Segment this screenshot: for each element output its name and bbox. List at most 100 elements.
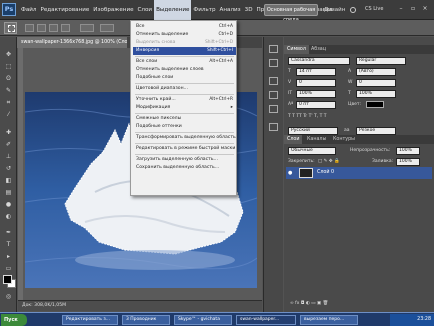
add-selection-icon[interactable] — [37, 24, 46, 32]
color-panel-icon[interactable] — [269, 77, 278, 85]
language-select[interactable]: Русский — [288, 127, 338, 135]
tab-channels[interactable]: Каналы — [304, 135, 329, 144]
menu-item-quick-mask[interactable]: Редактировать в режиме быстрой маски — [133, 145, 236, 153]
menu-item-all[interactable]: Все Ctrl+A — [133, 23, 236, 31]
taskbar-item[interactable]: Редактировать з... — [62, 315, 118, 325]
menu-file[interactable]: Файл — [19, 0, 38, 20]
quick-select-tool-icon[interactable]: ✎ — [4, 87, 13, 95]
menu-item-transform-selection[interactable]: Трансформировать выделенную область — [133, 134, 236, 142]
start-button[interactable]: Пуск — [1, 314, 27, 326]
kerning-field[interactable]: 0 — [296, 79, 336, 87]
eraser-tool-icon[interactable]: ◧ — [4, 177, 13, 185]
layer-row-selected[interactable]: ● Слой 0 — [286, 167, 432, 179]
layers-bottom-icons[interactable]: ∞ fx ◘ ◐ ▭ ▣ 🗑 — [290, 300, 328, 307]
brush-tool-icon[interactable]: ✐ — [4, 141, 13, 149]
lasso-tool-icon[interactable]: ʘ — [4, 75, 13, 83]
type-tool-icon[interactable]: T — [4, 241, 13, 249]
close-icon[interactable]: × — [420, 4, 430, 13]
text-style-buttons[interactable]: T T TT Tr T' T, T T — [288, 113, 327, 120]
vertical-scale-field[interactable]: 100% — [296, 90, 336, 98]
blend-mode-select[interactable]: Обычные — [288, 147, 336, 155]
menu-analysis[interactable]: Анализ — [218, 0, 243, 20]
menu-item-load-selection[interactable]: Загрузить выделенную область... — [133, 156, 236, 164]
tab-layers[interactable]: Слои — [284, 135, 303, 144]
tab-paths[interactable]: Контуры — [330, 135, 358, 144]
document-tab[interactable]: swan-wallpaper-1366x768.jpg @ 100% (Слой… — [17, 37, 127, 48]
menu-item-similar[interactable]: Подобные оттенки — [133, 123, 236, 131]
tab-paragraph[interactable]: Абзац — [308, 45, 329, 54]
left-ruler — [18, 48, 23, 300]
new-selection-icon[interactable] — [25, 24, 34, 32]
font-family-select[interactable]: Cassandra — [288, 57, 350, 65]
fill-field[interactable]: 100% — [396, 158, 420, 166]
crop-tool-icon[interactable]: ⌗ — [4, 99, 13, 107]
taskbar-item[interactable]: Skype™ - gvichata — [174, 315, 232, 325]
healing-brush-tool-icon[interactable]: ✚ — [4, 129, 13, 137]
blur-tool-icon[interactable]: ● — [4, 201, 13, 209]
actions-panel-icon[interactable] — [269, 59, 278, 67]
font-size-field[interactable]: 14 пт — [296, 68, 336, 76]
search-icon[interactable] — [350, 7, 356, 13]
menu-item-deselect-layers[interactable]: Отменить выделение слоев — [133, 66, 236, 74]
horizontal-scale-field[interactable]: 100% — [356, 90, 396, 98]
quick-mask-icon[interactable]: ◎ — [4, 293, 13, 301]
taskbar-item[interactable]: вырезаем перо... — [300, 315, 358, 325]
minimize-icon[interactable]: – — [396, 4, 406, 13]
menu-item-inverse[interactable]: Инверсия Shift+Ctrl+I — [133, 47, 236, 55]
move-tool-icon[interactable]: ✥ — [4, 51, 13, 59]
cs-live-button[interactable]: CS Live — [365, 6, 383, 12]
menu-image[interactable]: Изображение — [91, 0, 135, 20]
eyedropper-tool-icon[interactable]: ⁄ — [4, 111, 13, 119]
marquee-tool-icon[interactable]: ⬚ — [4, 63, 13, 71]
tab-character[interactable]: Символ — [284, 45, 309, 54]
text-color-swatch[interactable] — [366, 101, 384, 108]
history-brush-tool-icon[interactable]: ↺ — [4, 165, 13, 173]
menu-item-refine-edge[interactable]: Уточнить край... Alt+Ctrl+R — [133, 96, 236, 104]
styles-panel-icon[interactable] — [269, 105, 278, 113]
path-select-tool-icon[interactable]: ▸ — [4, 253, 13, 261]
marquee-tool-preset-icon[interactable] — [4, 22, 17, 34]
leading-field[interactable]: (Авто) — [356, 68, 396, 76]
style-field[interactable] — [100, 24, 114, 32]
menu-select[interactable]: Выделение — [154, 0, 192, 20]
menu-item-reselect[interactable]: Выделить снова Shift+Ctrl+D — [133, 39, 236, 47]
menu-item-save-selection[interactable]: Сохранить выделенную область... — [133, 164, 236, 172]
menu-item-grow[interactable]: Смежные пикселы — [133, 115, 236, 123]
subtract-selection-icon[interactable] — [49, 24, 58, 32]
intersect-selection-icon[interactable] — [61, 24, 70, 32]
gradient-tool-icon[interactable]: ▤ — [4, 189, 13, 197]
menu-item-modify[interactable]: Модификация ▸ — [133, 104, 236, 112]
kerning-icon: V — [288, 80, 292, 85]
clock: 23:28 — [417, 317, 431, 322]
menu-item-all-layers[interactable]: Все слои Alt+Ctrl+A — [133, 58, 236, 66]
menu-layers[interactable]: Слои — [136, 0, 155, 20]
clone-stamp-tool-icon[interactable]: ⊥ — [4, 153, 13, 161]
feather-field[interactable] — [80, 24, 94, 32]
maximize-icon[interactable]: ▫ — [408, 4, 418, 13]
opacity-field[interactable]: 100% — [396, 147, 420, 155]
dodge-tool-icon[interactable]: ◐ — [4, 213, 13, 221]
menu-edit[interactable]: Редактирование — [38, 0, 91, 20]
tracking-field[interactable]: 0 — [356, 79, 396, 87]
baseline-shift-field[interactable]: 0 пт — [296, 101, 336, 109]
menu-filter[interactable]: Фильтр — [191, 0, 217, 20]
foreground-color-swatch[interactable] — [3, 275, 12, 284]
taskbar-item[interactable]: 3 Проводник — [122, 315, 170, 325]
design-workspace[interactable]: Дизайн — [324, 4, 345, 16]
history-panel-icon[interactable] — [269, 45, 278, 53]
font-style-select[interactable]: Regular — [356, 57, 406, 65]
adjustments-panel-icon[interactable] — [269, 123, 278, 131]
menu-item-deselect[interactable]: Отменить выделение Ctrl+D — [133, 31, 236, 39]
menu-item-color-range[interactable]: Цветовой диапазон... — [133, 85, 236, 93]
pen-tool-icon[interactable]: ✒ — [4, 229, 13, 237]
swatches-panel-icon[interactable] — [269, 91, 278, 99]
shape-tool-icon[interactable]: ▭ — [4, 265, 13, 273]
menu-3d[interactable]: 3D — [243, 0, 255, 20]
antialias-select[interactable]: Резкое — [356, 127, 396, 135]
workspace-button[interactable]: Основная рабочая среда — [264, 4, 318, 23]
lock-icons[interactable]: □ ✎ ✥ 🔒 — [318, 158, 340, 165]
menu-separator — [135, 143, 234, 144]
taskbar-item-active[interactable]: swan-wallpaper... — [236, 315, 296, 325]
eye-icon[interactable]: ● — [288, 170, 292, 176]
menu-item-similar-layers[interactable]: Подобные слои — [133, 74, 236, 82]
